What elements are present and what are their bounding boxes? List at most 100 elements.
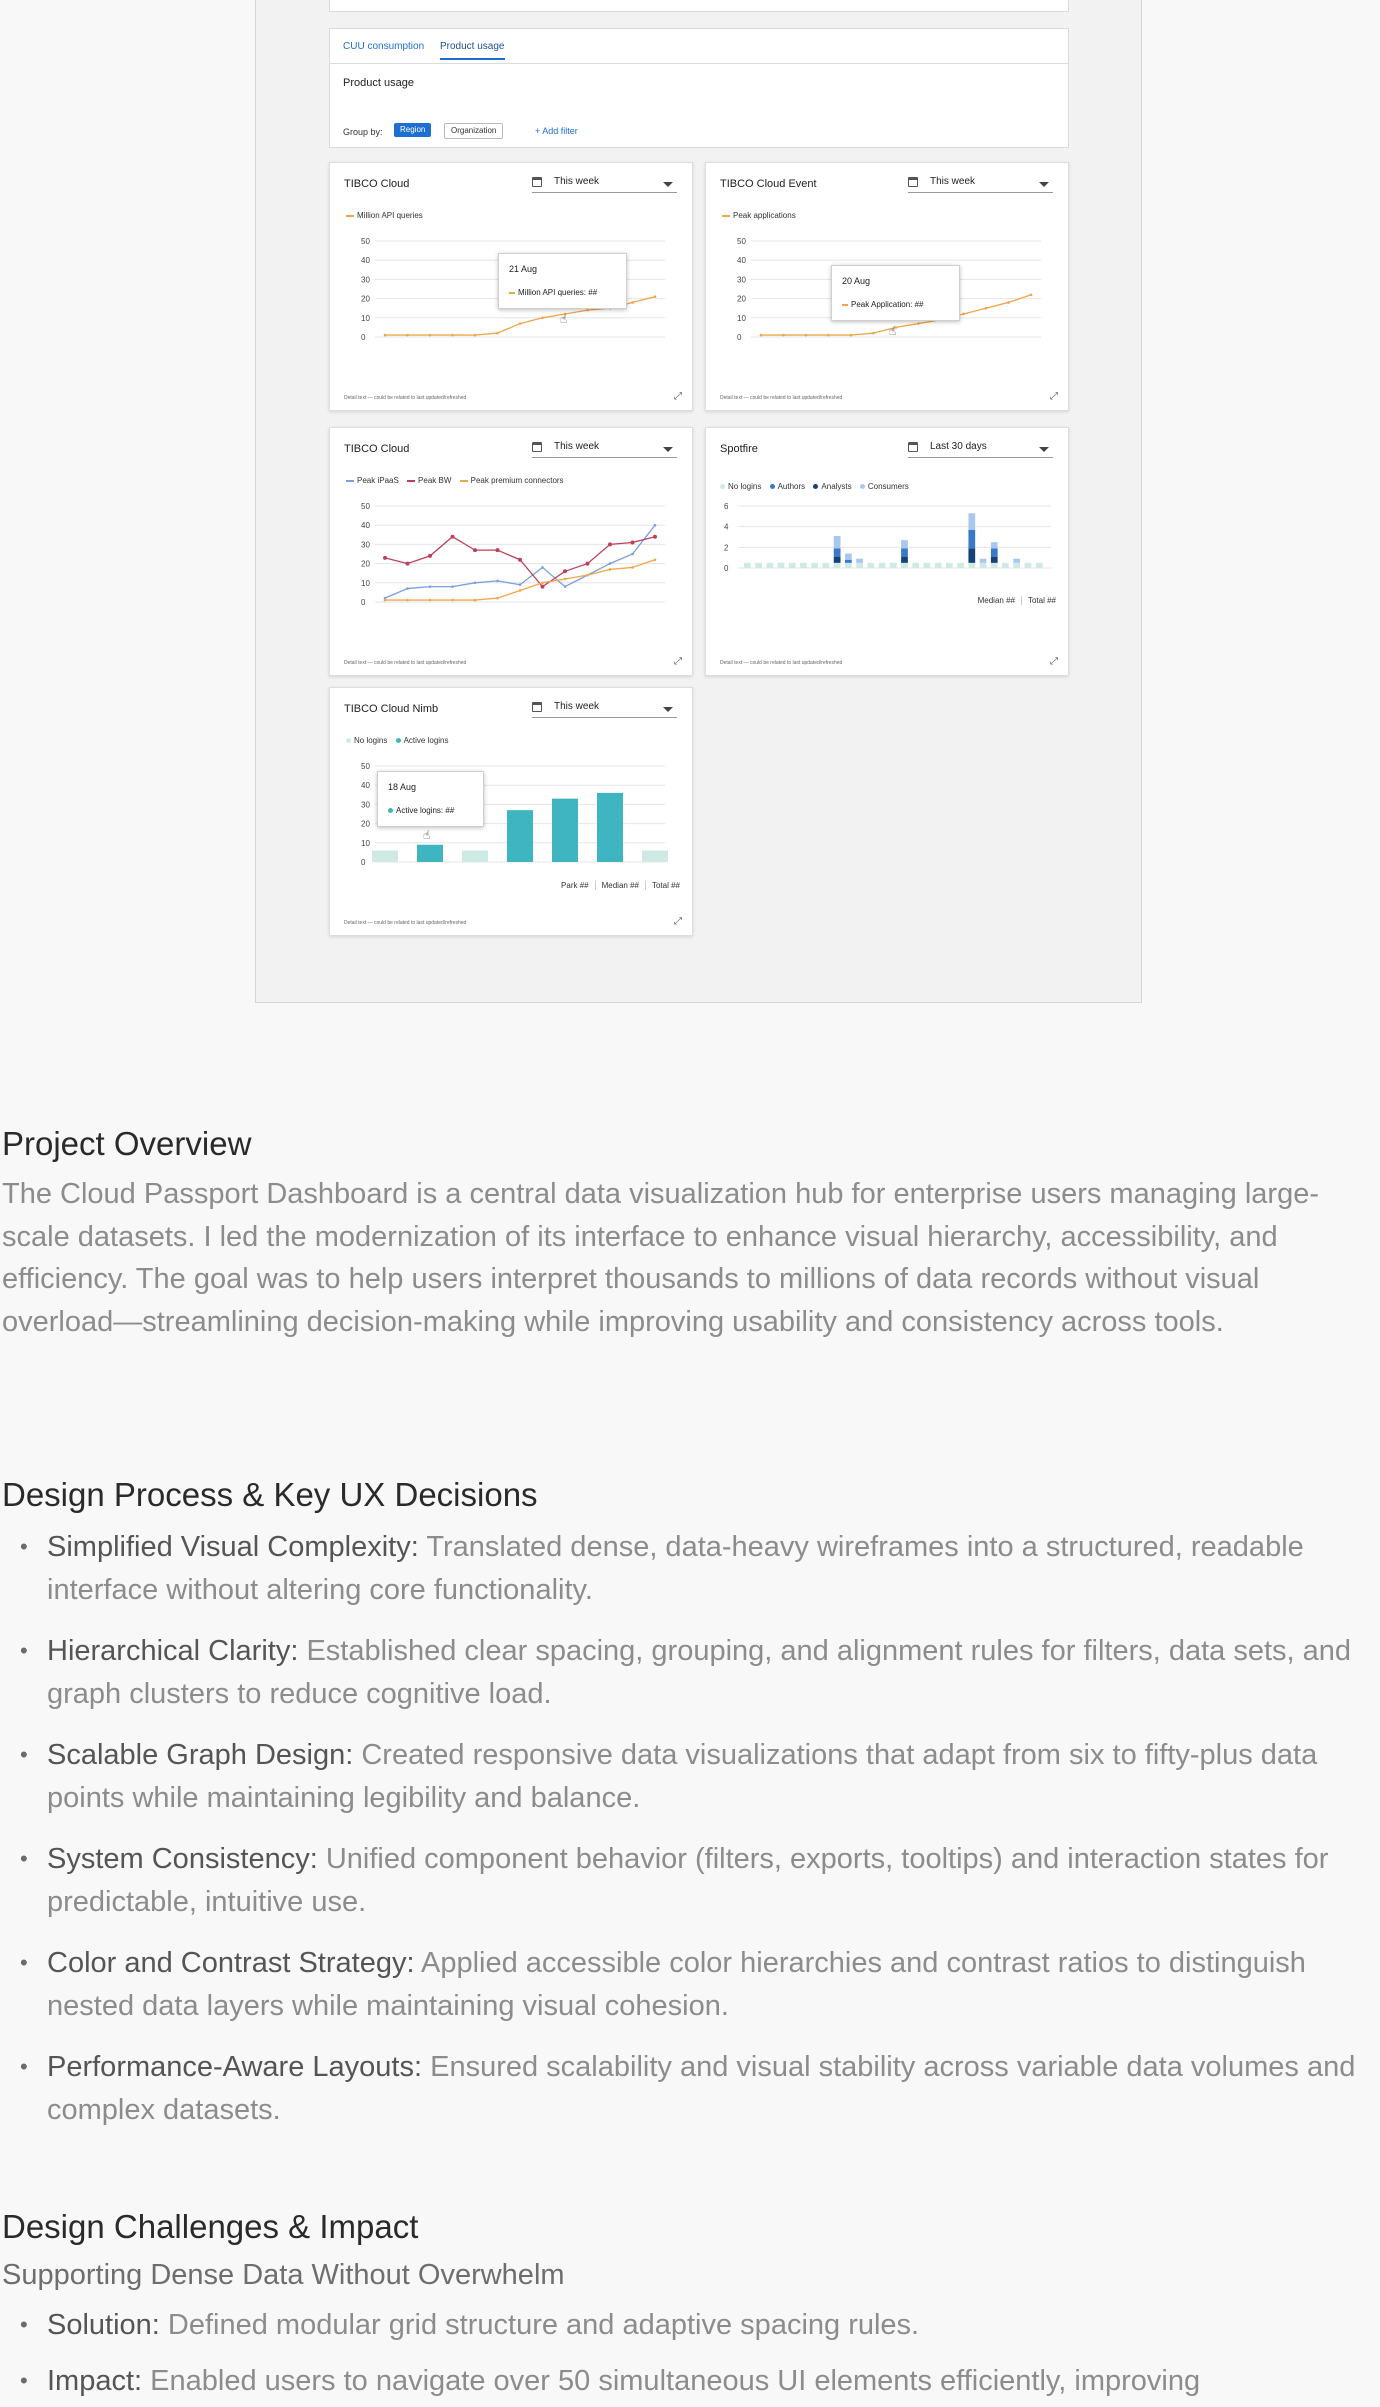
bar-segment (968, 513, 976, 530)
challenge-subtitle: Supporting Dense Data Without Overwhelm (2, 2259, 565, 2291)
item-lead: Hierarchical Clarity: (47, 1635, 299, 1667)
group-by-organization-chip[interactable]: Organization (444, 123, 504, 139)
bar-segment (901, 562, 908, 568)
date-range-dropdown[interactable]: This week (532, 701, 677, 718)
data-point (608, 542, 612, 547)
tooltip-row: Million API queries: ## (509, 288, 597, 297)
date-range-dropdown[interactable]: This week (532, 441, 677, 458)
data-point (518, 589, 522, 592)
bar-segment (777, 562, 785, 568)
y-tick-label: 20 (361, 295, 370, 304)
expand-icon[interactable]: ⤢ (674, 391, 682, 402)
bar-segment (833, 556, 841, 563)
date-range-value: This week (554, 701, 600, 712)
legend-swatch (346, 479, 354, 482)
bar-segment (990, 562, 998, 568)
y-tick-label: 4 (724, 523, 729, 532)
legend-swatch (346, 738, 351, 744)
y-tick-label: 2 (724, 543, 729, 552)
panel-title: Product usage (343, 77, 414, 89)
y-tick-label: 50 (361, 762, 370, 771)
add-filter-link[interactable]: + Add filter (535, 126, 578, 136)
bar-segment (755, 562, 762, 568)
card-title: TIBCO Cloud Event (720, 178, 817, 190)
legend-item: Peak premium connectors (459, 476, 564, 485)
bar-segment (889, 562, 897, 568)
tooltip-row: Active logins: ## (388, 806, 454, 815)
data-point (428, 333, 432, 337)
data-point (563, 585, 567, 588)
bar-segment (845, 553, 852, 560)
legend-swatch (813, 484, 819, 490)
tooltip-date: 20 Aug (842, 276, 871, 286)
item-lead: Solution: (47, 2309, 160, 2341)
tooltip-label: Peak Application: (851, 300, 913, 309)
data-point (540, 584, 545, 589)
list-item: Simplified Visual Complexity: Translated… (2, 1526, 1377, 1611)
bar-segment (901, 556, 908, 563)
y-tick-label: 40 (361, 256, 370, 265)
item-lead: Color and Contrast Strategy: (47, 1947, 415, 1979)
group-by-label: Group by: (343, 127, 383, 137)
legend-label: Peak BW (418, 476, 452, 485)
date-range-dropdown[interactable]: Last 30 days (908, 441, 1053, 458)
dashboard-screenshot: CUU consumption Product usage Product us… (255, 0, 1142, 1003)
legend-swatch (459, 479, 468, 482)
chart-card-spotfire: Spotfire Last 30 days No logins Authors … (705, 427, 1069, 676)
data-point (585, 561, 590, 566)
tab-product-usage[interactable]: Product usage (440, 41, 505, 60)
data-point (872, 331, 875, 335)
legend-item: Analysts (813, 482, 852, 491)
chevron-down-icon (663, 182, 673, 187)
legend-label: Peak iPaaS (357, 476, 399, 485)
legend-label: Consumers (867, 482, 909, 491)
data-point (496, 596, 499, 600)
tooltip-date: 18 Aug (388, 782, 417, 792)
stat-total: Total ## (644, 881, 680, 890)
date-range-dropdown[interactable]: This week (908, 176, 1053, 193)
bar-segment (766, 562, 774, 568)
bar-segment (856, 562, 863, 568)
hand-cursor-icon: ☝ (423, 828, 431, 842)
bar (417, 844, 443, 862)
tab-cuu-consumption[interactable]: CUU consumption (343, 41, 424, 52)
item-lead: System Consistency: (47, 1843, 318, 1875)
tooltip-value: ## (445, 806, 455, 815)
legend-swatch (769, 484, 775, 490)
bar-segment (878, 562, 886, 568)
overview-paragraph: The Cloud Passport Dashboard is a centra… (2, 1178, 1319, 1338)
legend-item: Authors (769, 482, 805, 491)
bar-segment (845, 559, 852, 563)
bar-segment (968, 562, 976, 568)
list-item: System Consistency: Unified component be… (2, 1838, 1377, 1923)
bar-segment (1013, 558, 1021, 563)
legend-label: No logins (354, 736, 388, 745)
data-point (631, 566, 634, 569)
card-title: TIBCO Cloud (344, 443, 410, 455)
chevron-down-icon (1039, 182, 1049, 187)
data-point (541, 316, 544, 320)
y-tick-label: 30 (361, 800, 370, 809)
expand-icon[interactable]: ⤢ (1050, 656, 1058, 667)
group-by-region-chip[interactable]: Region (394, 123, 432, 137)
data-point (383, 598, 387, 602)
calendar-icon (532, 702, 542, 712)
process-list: Simplified Visual Complexity: Translated… (2, 1526, 1377, 2131)
list-item: Color and Contrast Strategy: Applied acc… (2, 1942, 1377, 2027)
legend-swatch (720, 484, 725, 490)
bar (597, 792, 623, 862)
date-range-dropdown[interactable]: This week (532, 176, 677, 193)
chart-card-tibco-cloud-api: TIBCO Cloud This week Million API querie… (329, 162, 693, 411)
y-tick-label: 0 (737, 333, 742, 342)
legend-item: Active logins (395, 736, 449, 745)
expand-icon[interactable]: ⤢ (1050, 391, 1058, 402)
chart-card-tibco-cloud-peaks: TIBCO Cloud This week Peak iPaaS Peak BW… (329, 427, 693, 676)
expand-icon[interactable]: ⤢ (674, 656, 682, 667)
line-chart: 0102030405017 Aug18 Aug19 Aug20 Aug21 Au… (361, 502, 665, 607)
data-point (428, 585, 432, 588)
expand-icon[interactable]: ⤢ (674, 916, 682, 927)
bar-segment (788, 562, 796, 568)
data-point (406, 598, 409, 602)
y-tick-label: 10 (737, 314, 746, 323)
hand-cursor-icon: ☝ (889, 324, 897, 338)
